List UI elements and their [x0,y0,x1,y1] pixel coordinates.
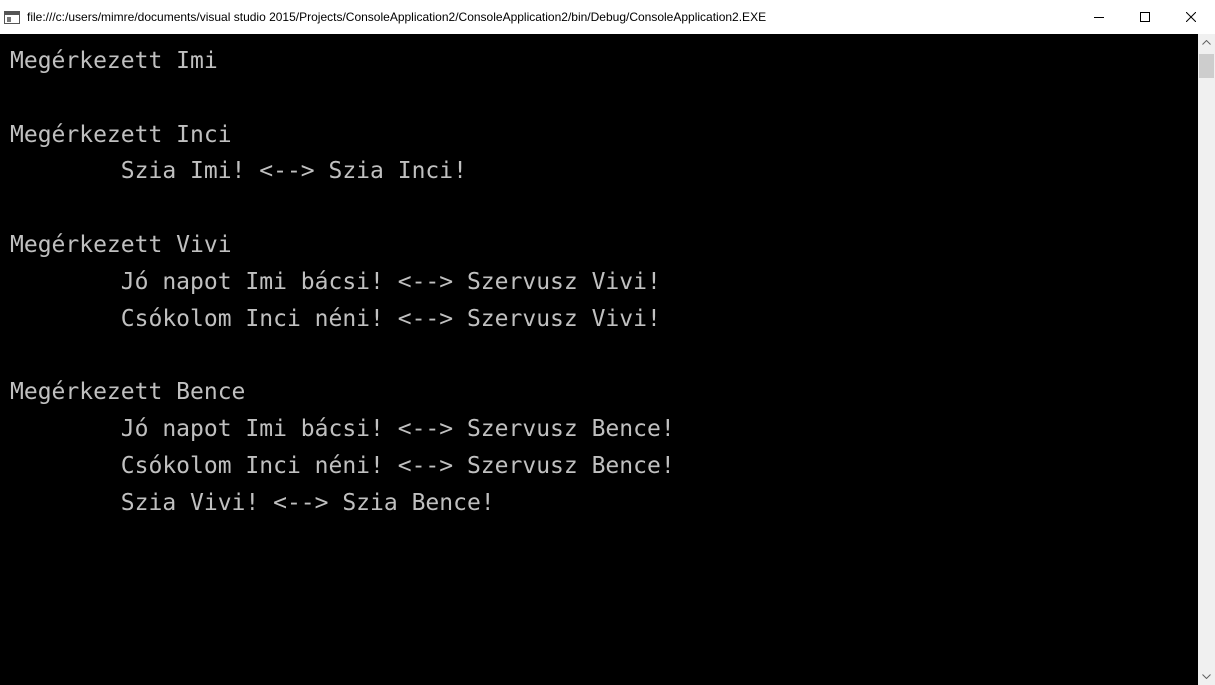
console-window: file:///c:/users/mimre/documents/visual … [0,0,1215,685]
vertical-scrollbar[interactable] [1198,34,1215,685]
console-lines: Megérkezett Imi Megérkezett Inci Szia Im… [10,43,675,521]
chevron-up-icon [1202,40,1211,45]
console-line: Megérkezett Imi [10,48,218,74]
minimize-icon [1094,17,1104,18]
close-icon [1186,12,1196,22]
maximize-icon [1140,12,1150,22]
console-app-icon[interactable] [4,11,20,24]
minimize-button[interactable] [1076,0,1122,34]
console-line: Megérkezett Vivi [10,231,232,258]
maximize-button[interactable] [1122,0,1168,34]
console-line: Megérkezett Inci [10,121,232,148]
scroll-down-button[interactable] [1198,668,1215,685]
console-line: Csókolom Inci néni! <--> Szervusz Vivi! [10,305,661,332]
console-line: Jó napot Imi bácsi! <--> Szervusz Vivi! [10,268,661,295]
console-line: Szia Imi! <--> Szia Inci! [10,158,467,185]
scroll-up-button[interactable] [1198,34,1215,51]
console-line: Megérkezett Bence [10,379,246,406]
console-line: Jó napot Imi bácsi! <--> Szervusz Bence! [10,415,675,442]
close-button[interactable] [1168,0,1214,34]
window-title: file:///c:/users/mimre/documents/visual … [27,10,767,24]
console-output-area[interactable]: Megérkezett Imi Megérkezett Inci Szia Im… [0,34,1198,685]
title-bar[interactable]: file:///c:/users/mimre/documents/visual … [0,0,1215,34]
scroll-thumb[interactable] [1199,54,1214,78]
console-line: Csókolom Inci néni! <--> Szervusz Bence! [10,452,675,479]
console-line: Szia Vivi! <--> Szia Bence! [10,489,495,516]
chevron-down-icon [1202,674,1211,679]
